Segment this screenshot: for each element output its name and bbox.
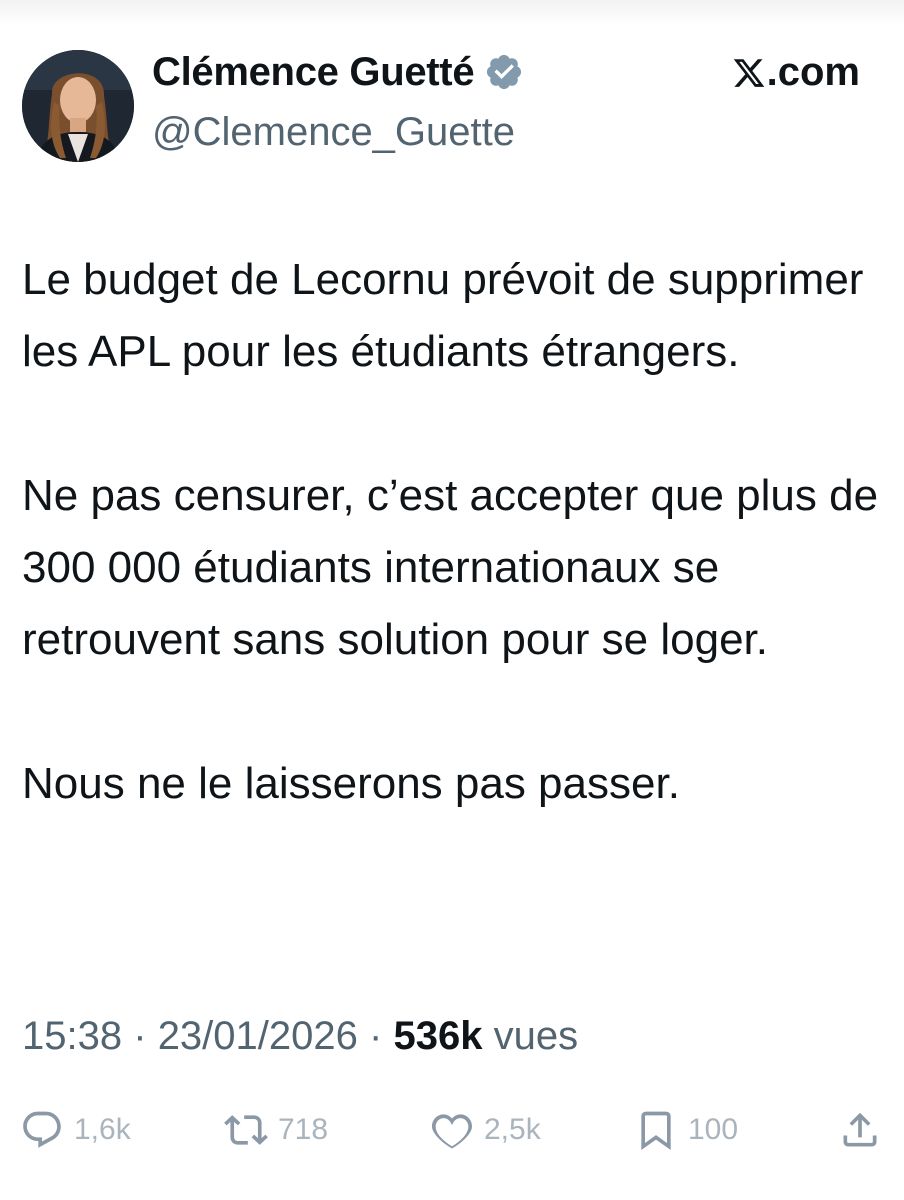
avatar[interactable] (22, 50, 134, 162)
tweet-date[interactable]: 23/01/2026 (158, 1014, 358, 1058)
action-bar: 1,6k 718 2,5k 100 (0, 1100, 904, 1160)
verified-badge-icon (484, 52, 524, 92)
repost-icon (224, 1108, 268, 1152)
share-icon (838, 1108, 882, 1152)
tweet-paragraph: Ne pas censurer, c’est accepter que plus… (22, 471, 879, 664)
bookmark-count: 100 (688, 1113, 739, 1146)
profile-photo (22, 50, 134, 162)
reply-icon (20, 1108, 64, 1152)
top-fade (0, 0, 904, 26)
repost-count: 718 (278, 1113, 329, 1146)
tweet-text: Le budget de Lecornu prévoit de supprime… (22, 244, 882, 820)
heart-icon (430, 1108, 474, 1152)
tweet-paragraph: Nous ne le laisserons pas passer. (22, 759, 680, 808)
tweet-paragraph: Le budget de Lecornu prévoit de supprime… (22, 255, 864, 376)
reply-button[interactable]: 1,6k (20, 1100, 131, 1160)
views-label: vues (493, 1014, 579, 1058)
author-display-name[interactable]: Clémence Guetté (152, 48, 475, 96)
like-count: 2,5k (484, 1113, 541, 1146)
author-handle[interactable]: @Clemence_Guette (152, 108, 515, 156)
repost-button[interactable]: 718 (224, 1100, 328, 1160)
bookmark-icon (634, 1108, 678, 1152)
tweet-meta: 15:38 · 23/01/2026 · 536k vues (22, 1008, 578, 1064)
reply-count: 1,6k (74, 1113, 131, 1146)
tweet-time[interactable]: 15:38 (22, 1014, 122, 1058)
brand-domain: .com (766, 49, 860, 94)
like-button[interactable]: 2,5k (430, 1100, 541, 1160)
bookmark-button[interactable]: 100 (634, 1100, 738, 1160)
views-count: 536k (393, 1014, 483, 1058)
meta-separator: · (369, 1014, 383, 1058)
x-logo-icon (732, 55, 766, 89)
author-name-row: Clémence Guetté (152, 48, 524, 96)
share-button[interactable] (838, 1100, 882, 1160)
meta-separator: · (133, 1014, 147, 1058)
x-brand: .com (732, 48, 860, 96)
